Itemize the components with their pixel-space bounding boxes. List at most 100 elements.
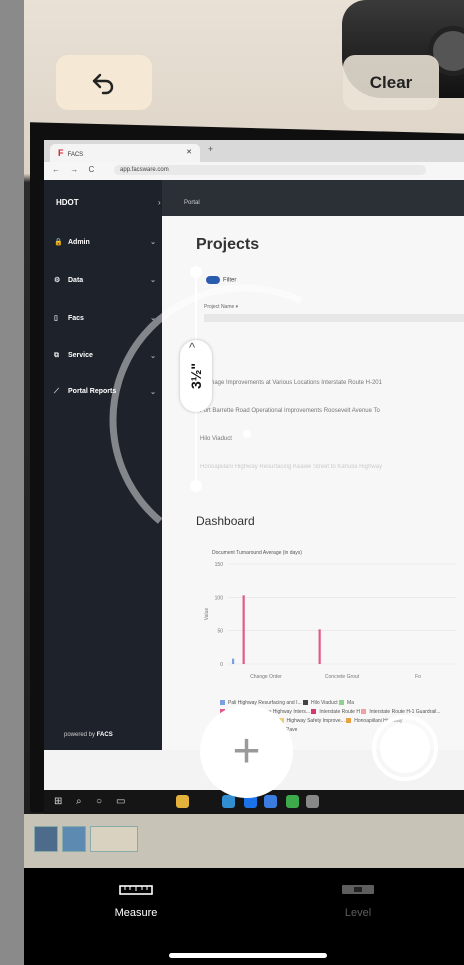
y-tick-label: 0 bbox=[220, 662, 223, 668]
app-brand: HDOT bbox=[56, 198, 79, 207]
sidebar-item-label: Admin bbox=[68, 239, 90, 246]
undo-button[interactable] bbox=[56, 55, 152, 110]
ruler-icon bbox=[119, 885, 153, 895]
browser-tab: F FACS ✕ bbox=[50, 144, 200, 162]
bar-chart: 0 50 100 150 Value Change Order Concrete Grout… bbox=[204, 562, 456, 680]
legend-entry: Highway Safety Improve... bbox=[286, 718, 347, 724]
chevron-down-icon: ⌄ bbox=[150, 353, 156, 360]
plus-icon: + bbox=[232, 725, 261, 778]
chevron-down-icon: ⌄ bbox=[150, 277, 156, 284]
legend-entry: Hilo Viaduct bbox=[311, 700, 340, 706]
sidebar-item-label: Data bbox=[68, 277, 84, 284]
legend-swatch bbox=[311, 709, 317, 715]
edge-icon bbox=[222, 795, 235, 808]
monitor-screen: F FACS ✕ + ← → C app.facsware.com HDOT 🔒 A… bbox=[44, 140, 464, 800]
clear-button[interactable]: Clear bbox=[343, 55, 439, 110]
tab-measure-label: Measure bbox=[114, 907, 158, 919]
cortana-icon: ○ bbox=[96, 796, 103, 807]
undo-arrow-icon bbox=[92, 73, 114, 94]
home-indicator[interactable] bbox=[169, 953, 327, 958]
powered-by-brand: FACS bbox=[96, 732, 113, 738]
app-icon bbox=[264, 795, 277, 808]
x-tick-label: Fo bbox=[415, 674, 421, 680]
checkmark-icon bbox=[90, 826, 138, 852]
browser-tabbar: F FACS ✕ + bbox=[44, 140, 464, 162]
project-name-field bbox=[204, 314, 464, 322]
windows-start-icon: ⊞ bbox=[54, 796, 63, 807]
tab-measure[interactable]: Measure bbox=[100, 882, 172, 919]
tab-close-icon: ✕ bbox=[186, 149, 192, 156]
sidebar-item-portal-reports: ⟋ Portal Reports ⌄ bbox=[54, 388, 158, 396]
y-axis-label: Value bbox=[204, 608, 210, 621]
project-name-label: Project Name ▾ bbox=[204, 304, 239, 310]
legend-swatch bbox=[303, 700, 309, 706]
sidebar-item-service: ⧉ Service ⌄ bbox=[54, 352, 158, 360]
gears-icon: ⚙ bbox=[54, 277, 61, 284]
capture-button-inner[interactable] bbox=[380, 723, 430, 773]
legend-swatch bbox=[220, 700, 225, 706]
legend-swatch bbox=[361, 709, 367, 715]
add-point-button[interactable]: + bbox=[200, 705, 293, 798]
project-row: Drainage Improvements at Various Locatio… bbox=[200, 380, 382, 386]
chevron-up-icon: ^ bbox=[189, 340, 196, 355]
browser-tab-title: FACS bbox=[67, 152, 84, 158]
legend-entry: Ma bbox=[347, 700, 354, 706]
y-tick-label: 150 bbox=[215, 562, 224, 568]
projects-title: Projects bbox=[196, 236, 260, 253]
task-view-icon: ▭ bbox=[116, 796, 126, 807]
measurement-value: 3½" bbox=[188, 362, 204, 390]
sidebar-item-data: ⚙ Data ⌄ bbox=[54, 276, 158, 284]
breadcrumb-chevron-icon: › bbox=[158, 198, 161, 207]
project-row: Hilo Viaduct bbox=[200, 436, 232, 442]
chart-bar bbox=[242, 595, 245, 664]
sidebar-item-admin: 🔒 Admin ⌄ bbox=[54, 238, 158, 246]
browser-urlbar: ← → C app.facsware.com bbox=[44, 162, 464, 181]
chart-bar bbox=[318, 629, 321, 664]
sidebar-item-facs: ▯ Facs ⌄ bbox=[54, 314, 158, 322]
sidebar-item-label: Portal Reports bbox=[68, 388, 117, 395]
chart-bar bbox=[232, 658, 235, 664]
filter-label: Filter bbox=[223, 277, 237, 284]
sidebar-item-label: Service bbox=[68, 352, 93, 359]
app-icon bbox=[306, 795, 319, 808]
chevron-down-icon: ⌄ bbox=[150, 315, 156, 322]
left-edge-strip bbox=[0, 0, 24, 965]
y-tick-label: 100 bbox=[215, 595, 224, 601]
dashboard-title: Dashboard bbox=[196, 514, 255, 528]
project-row: Honoapiilani Highway Resurfacing Keawe S… bbox=[200, 464, 383, 470]
x-tick-label: Concrete Grout bbox=[325, 674, 360, 680]
level-icon bbox=[342, 885, 374, 894]
browser-url: app.facsware.com bbox=[114, 165, 426, 175]
bottom-tab-bar bbox=[24, 868, 464, 965]
lock-icon: 🔒 bbox=[54, 239, 63, 246]
chrome-icon bbox=[286, 795, 299, 808]
desk-surface bbox=[24, 814, 464, 868]
facs-logo-icon: F bbox=[58, 148, 64, 158]
document-icon: ▯ bbox=[54, 315, 58, 322]
copy-icon: ⧉ bbox=[54, 352, 59, 359]
legend-entry: Interstate Route H bbox=[319, 709, 362, 715]
legend-swatch bbox=[346, 718, 352, 724]
breadcrumb: Portal bbox=[184, 200, 200, 206]
chevron-down-icon: ⌄ bbox=[150, 239, 156, 246]
sidebar-item-label: Facs bbox=[68, 315, 84, 322]
new-tab-icon: + bbox=[208, 144, 214, 154]
search-icon: ⌕ bbox=[76, 796, 82, 807]
powered-by-label: powered by bbox=[64, 732, 96, 738]
tab-level-label: Level bbox=[344, 907, 372, 919]
filter-toggle: Filter bbox=[206, 276, 236, 284]
tab-level[interactable]: Level bbox=[322, 882, 394, 919]
file-explorer-icon bbox=[176, 795, 189, 808]
desktop-icon bbox=[62, 826, 86, 852]
chevron-down-icon: ⌄ bbox=[150, 389, 156, 396]
project-row: Fort Barrette Road Operational Improveme… bbox=[200, 408, 380, 414]
app-header bbox=[162, 180, 464, 216]
chart-line-icon: ⟋ bbox=[54, 388, 59, 395]
powered-by: powered by FACS bbox=[64, 732, 113, 738]
x-tick-label: Change Order bbox=[250, 674, 282, 680]
app-sidebar: HDOT 🔒 Admin ⌄ ⚙ Data ⌄ ▯ Facs ⌄ ⧉ Service ⌄ ⟋ Po… bbox=[44, 180, 162, 750]
toggle-icon bbox=[206, 276, 220, 284]
y-tick-label: 50 bbox=[217, 629, 223, 635]
browser-nav-icons: ← → C bbox=[52, 165, 99, 174]
desktop-icon bbox=[34, 826, 58, 852]
